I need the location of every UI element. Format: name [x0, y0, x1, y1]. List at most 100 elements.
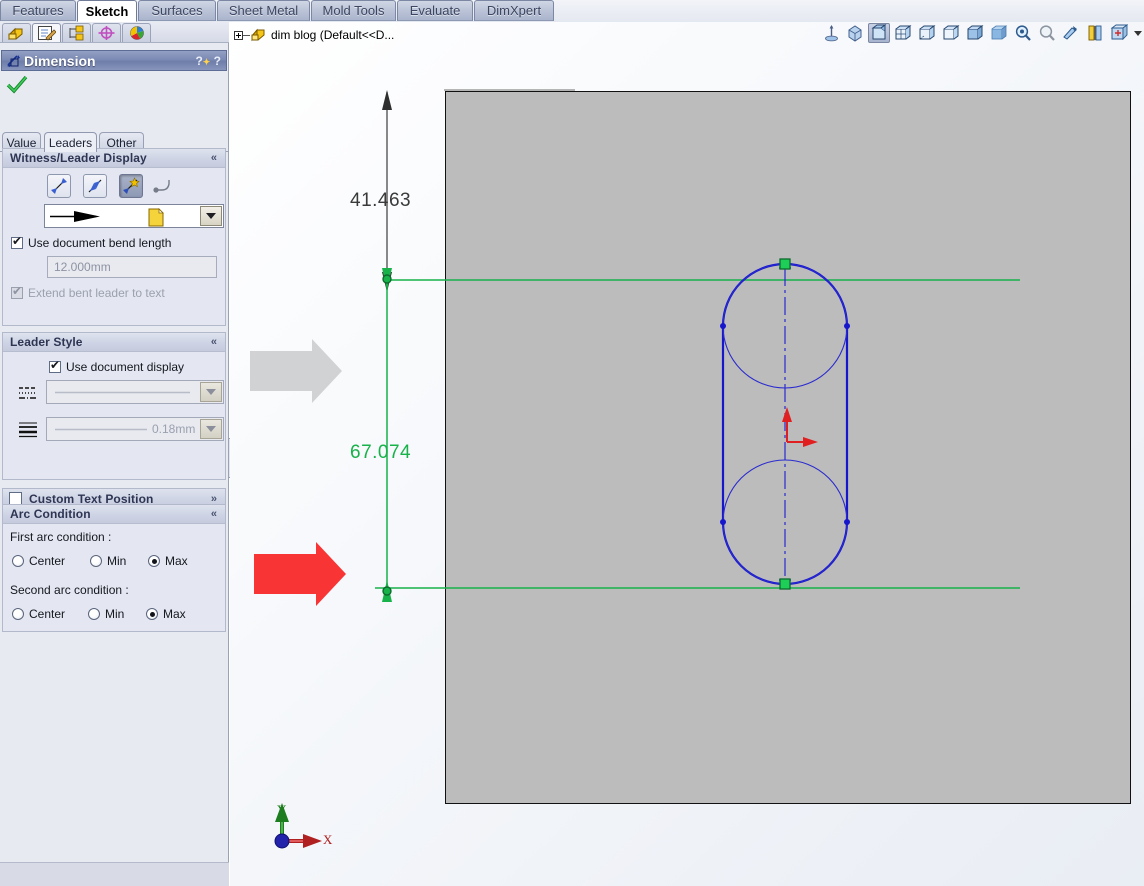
use-document-display-checkbox[interactable]	[49, 358, 61, 373]
solid-arrowhead-icon	[50, 211, 100, 222]
group-body: Use document bend length 12.000mm Extend…	[3, 168, 225, 325]
use-document-bend-length-checkbox[interactable]	[11, 234, 23, 249]
first-arc-max-radio-row[interactable]: Max	[148, 554, 188, 568]
sketch-point[interactable]	[844, 323, 850, 329]
use-document-bend-length-row[interactable]: Use document bend length	[11, 234, 171, 250]
first-arc-center-label: Center	[29, 554, 66, 568]
tab-dimxpert[interactable]: DimXpert	[474, 0, 554, 21]
line-style-icon	[19, 387, 37, 399]
outside-arrows-icon	[51, 178, 67, 194]
tab-label: DimXpert	[486, 3, 542, 18]
dimension-handle-lower[interactable]	[382, 586, 392, 596]
triad-x-arrow	[303, 834, 322, 848]
property-manager-icon	[38, 26, 56, 41]
bend-length-field[interactable]: 12.000mm	[47, 256, 217, 278]
line-thickness-combo[interactable]: 0.18mm	[46, 417, 224, 441]
dimension-41-text[interactable]: 41.463	[350, 190, 411, 212]
group-header[interactable]: Leader Style «	[3, 333, 225, 352]
second-arc-max-radio-row[interactable]: Max	[146, 607, 186, 621]
triad-origin-sphere	[274, 833, 290, 849]
line-thickness-value: 0.18mm	[152, 422, 196, 436]
graphics-area[interactable]: dim blog (Default<<D... 41.463 67.074 Y …	[230, 22, 1144, 886]
ok-checkmark-icon[interactable]	[6, 75, 28, 95]
combo-dropdown-button[interactable]	[200, 419, 222, 439]
dimension-handle-upper[interactable]	[382, 274, 392, 284]
tab-property-manager[interactable]	[32, 23, 61, 42]
group-title: Witness/Leader Display	[10, 151, 147, 165]
group-header[interactable]: Witness/Leader Display «	[3, 149, 225, 168]
second-arc-center-label: Center	[29, 607, 66, 621]
use-document-display-row[interactable]: Use document display	[49, 358, 185, 374]
first-arc-center-radio[interactable]	[12, 555, 24, 567]
tab-label: Evaluate	[409, 3, 461, 18]
tab-feature-tree[interactable]	[2, 23, 31, 42]
first-arc-max-radio[interactable]	[148, 555, 160, 567]
tab-sketch[interactable]: Sketch	[77, 0, 137, 22]
group-body: First arc condition : Center Min Max Sec…	[3, 524, 225, 631]
group-title: Arc Condition	[10, 507, 91, 521]
triad-x-label: X	[323, 832, 333, 847]
selected-vertex-bottom[interactable]	[779, 578, 791, 590]
combo-dropdown-button[interactable]	[200, 382, 222, 402]
tab-evaluate[interactable]: Evaluate	[397, 0, 473, 21]
configuration-manager-icon	[69, 25, 84, 41]
inside-arrows-icon	[88, 179, 102, 193]
sketch-point[interactable]	[720, 519, 726, 525]
first-arc-min-label: Min	[107, 554, 127, 568]
use-document-display-label: Use document display	[66, 360, 185, 374]
line-thickness-preview	[55, 428, 147, 431]
second-arc-condition-label: Second arc condition :	[10, 583, 129, 597]
extend-bent-leader-row[interactable]: Extend bent leader to text	[11, 284, 165, 300]
chevron-collapse-icon[interactable]: «	[211, 508, 217, 520]
first-arc-min-radio-row[interactable]: Min	[90, 554, 126, 568]
second-arc-center-radio[interactable]	[12, 608, 24, 620]
second-arc-center-radio-row[interactable]: Center	[12, 607, 65, 621]
property-manager-title-bar: Dimension ?✦ ?	[1, 50, 227, 71]
extend-bent-leader-checkbox[interactable]	[11, 284, 23, 299]
sketch-point[interactable]	[844, 519, 850, 525]
tab-sheet-metal[interactable]: Sheet Metal	[217, 0, 310, 21]
group-title: Leader Style	[10, 335, 83, 349]
second-arc-min-radio[interactable]	[88, 608, 100, 620]
tab-features[interactable]: Features	[0, 0, 76, 21]
first-arc-min-radio[interactable]	[90, 555, 102, 567]
tab-surfaces[interactable]: Surfaces	[138, 0, 216, 21]
line-style-preview	[55, 391, 190, 394]
sketch-point[interactable]	[720, 323, 726, 329]
outside-arrows-button[interactable]	[47, 174, 71, 198]
arrow-style-combo[interactable]	[44, 204, 224, 228]
sketch-origin-x-arrow	[803, 437, 818, 447]
tab-label: Sketch	[85, 3, 129, 19]
arrowhead-up-41	[382, 90, 392, 110]
tab-mold-tools[interactable]: Mold Tools	[311, 0, 396, 21]
line-style-combo[interactable]	[46, 380, 224, 404]
group-witness-leader-display: Witness/Leader Display « ✔ Use document …	[2, 148, 226, 326]
smart-arrows-button[interactable]	[119, 174, 143, 198]
property-manager-ok-row	[2, 74, 227, 98]
second-arc-max-label: Max	[163, 607, 186, 621]
group-header[interactable]: Arc Condition «	[3, 505, 225, 524]
bent-leader-icon[interactable]	[153, 178, 177, 194]
chevron-collapse-icon[interactable]: «	[211, 152, 217, 164]
dimension-67-text[interactable]: 67.074	[350, 442, 411, 464]
help-icon-group[interactable]: ?✦ ?	[195, 54, 221, 68]
combo-dropdown-button[interactable]	[200, 206, 222, 226]
chevron-down-icon	[206, 426, 216, 432]
second-arc-min-radio-row[interactable]: Min	[88, 607, 124, 621]
manager-tab-row	[0, 22, 229, 43]
tab-dimxpert-manager[interactable]	[92, 23, 121, 42]
smart-arrows-icon	[123, 177, 140, 194]
tab-leaders[interactable]: Leaders	[44, 132, 97, 152]
group-leader-style: Leader Style « Use document display	[2, 332, 226, 480]
second-arc-max-radio[interactable]	[146, 608, 158, 620]
chevron-collapse-icon[interactable]: «	[211, 336, 217, 348]
tab-configuration-manager[interactable]	[62, 23, 91, 42]
selected-vertex-top[interactable]	[779, 258, 791, 270]
first-arc-max-label: Max	[165, 554, 188, 568]
first-arc-center-radio-row[interactable]: Center	[12, 554, 65, 568]
chevron-expand-icon[interactable]: »	[211, 493, 217, 505]
tab-display-manager[interactable]	[122, 23, 151, 42]
inside-arrows-button[interactable]	[83, 174, 107, 198]
dimension-67-value: 67.074	[350, 442, 412, 463]
command-manager-tab-strip: Features Sketch Surfaces Sheet Metal Mol…	[0, 0, 1144, 22]
